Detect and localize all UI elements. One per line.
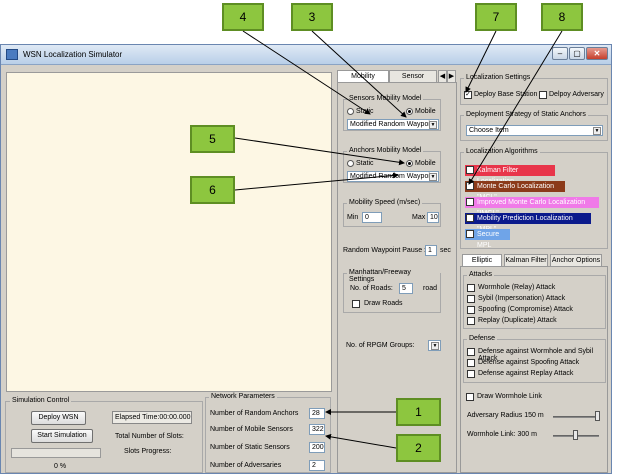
callout-arrows (234, 30, 563, 449)
arrow-3 (311, 30, 407, 118)
arrow-8 (468, 30, 563, 185)
arrow-2 (325, 433, 397, 449)
arrow-6 (234, 172, 399, 191)
arrow-7 (465, 30, 497, 93)
arrow-5 (234, 137, 405, 166)
arrow-4 (242, 30, 371, 115)
